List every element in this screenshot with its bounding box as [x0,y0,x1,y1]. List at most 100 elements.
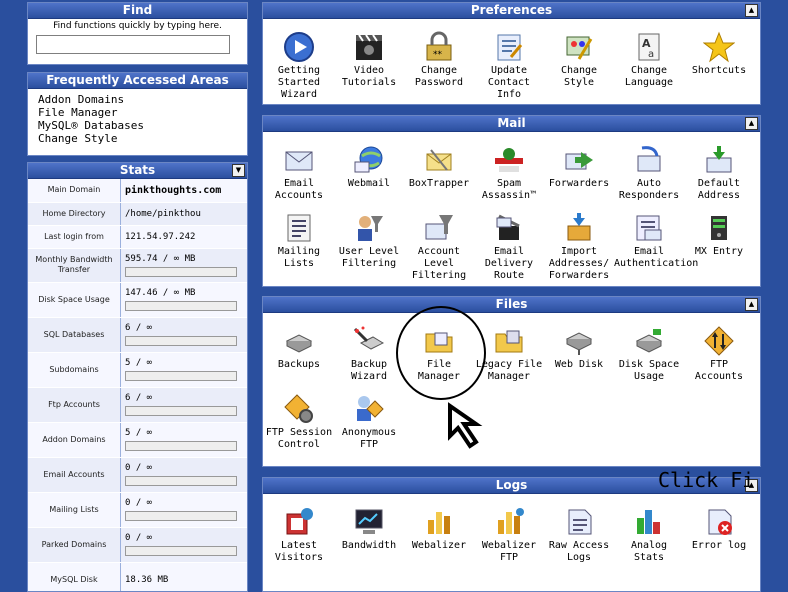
freq-item-file-manager[interactable]: File Manager [38,106,237,119]
pref-update-contact-info[interactable]: Update Contact Info [474,31,544,101]
pref-shortcuts[interactable]: Shortcuts [684,31,754,77]
clapperboard-icon [353,31,385,63]
logs-webalizer[interactable]: Webalizer [404,506,474,552]
mail-mailing-lists[interactable]: Mailing Lists [264,212,334,270]
collapse-up-icon[interactable]: ▲ [745,117,758,130]
mail-boxtrapper[interactable]: BoxTrapper [404,144,474,190]
files-backups[interactable]: Backups [264,325,334,371]
mail-user-level-filtering[interactable]: User Level Filtering [334,212,404,270]
usage-bar [125,406,237,416]
logs-panel: Logs ▲ Latest Visitors Bandwidth Webaliz… [262,477,761,592]
legacy-folder-icon [493,325,525,357]
ftp-arrows-icon [703,325,735,357]
collapse-up-icon[interactable]: ▲ [745,298,758,311]
anonymous-user-icon [353,393,385,425]
logs-error-log[interactable]: Error log [684,506,754,552]
files-backup-wizard[interactable]: Backup Wizard [334,325,404,383]
ftp-gear-icon [283,393,315,425]
mail-account-level-filtering[interactable]: Account Level Filtering [404,212,474,282]
language-icon: Aa [633,31,665,63]
mail-import-addresses[interactable]: Import Addresses/ Forwarders [544,212,614,282]
table-row: Subdomains 5 / ∞ [28,352,247,388]
mail-panel: Mail ▲ Email Accounts Webmail BoxTrapper… [262,115,761,287]
stat-label: SQL Databases [28,317,121,353]
bar-chart-ftp-icon [493,506,525,538]
logs-latest-visitors[interactable]: Latest Visitors [264,506,334,564]
mail-email-authentication[interactable]: Email Authentication [614,212,698,270]
logs-title-text: Logs [495,478,528,492]
stat-value: pinkthoughts.com [125,184,222,196]
usage-bar [125,336,237,346]
stats-title: Stats ▼ [28,163,247,179]
files-ftp-accounts[interactable]: FTP Accounts [684,325,754,383]
freq-item-change-style[interactable]: Change Style [38,132,237,145]
table-row: Addon Domains 5 / ∞ [28,422,247,458]
usage-bar [125,476,237,486]
stat-value: 595.74 / ∞ MB [125,253,196,264]
stat-value: 0 / ∞ [125,533,153,543]
collapse-down-icon[interactable]: ▼ [232,164,245,177]
files-anonymous-ftp[interactable]: Anonymous FTP [334,393,404,451]
document-icon [563,506,595,538]
auto-reply-icon [633,144,665,176]
freq-item-addon-domains[interactable]: Addon Domains [38,93,237,106]
mail-email-delivery-route[interactable]: Email Delivery Route [474,212,544,282]
files-ftp-session-control[interactable]: FTP Session Control [264,393,334,451]
find-title: Find [28,3,247,19]
pref-change-language[interactable]: Aa Change Language [614,31,684,89]
preferences-title: Preferences ▲ [263,3,760,19]
logs-analog-stats[interactable]: Analog Stats [614,506,684,564]
mail-webmail[interactable]: Webmail [334,144,404,190]
files-web-disk[interactable]: Web Disk [544,325,614,371]
logs-webalizer-ftp[interactable]: Webalizer FTP [474,506,544,564]
freq-item-mysql[interactable]: MySQL® Databases [38,119,237,132]
mx-server-icon [703,212,735,244]
svg-text:**: ** [433,50,443,60]
palette-icon [563,31,595,63]
stat-label: Last login from [28,225,121,249]
network-drive-icon [563,325,595,357]
stat-label: Subdomains [28,352,121,388]
mail-spam-assassin[interactable]: Spam Assassin™ [474,144,544,202]
mail-mx-entry[interactable]: MX Entry [684,212,754,258]
files-disk-space-usage[interactable]: Disk Space Usage [614,325,684,383]
click-instruction-text: Click Fi [658,468,755,492]
preferences-panel: Preferences ▲ Getting Started Wizard Vid… [262,2,761,105]
mail-auto-responders[interactable]: Auto Responders [614,144,684,202]
pref-change-style[interactable]: Change Style [544,31,614,89]
mail-email-accounts[interactable]: Email Accounts [264,144,334,202]
usage-bar [125,441,237,451]
usage-bar [125,266,237,277]
stat-value: 6 / ∞ [125,393,153,403]
trap-envelope-icon [423,144,455,176]
mail-default-address[interactable]: Default Address [684,144,754,202]
envelope-icon [283,144,315,176]
logs-raw-access-logs[interactable]: Raw Access Logs [544,506,614,564]
freq-title: Frequently Accessed Areas [28,73,247,89]
find-input[interactable] [36,35,230,54]
visitors-icon [283,506,315,538]
stat-value: 121.54.97.242 [120,225,247,249]
bar-chart-icon [423,506,455,538]
stat-label: Ftp Accounts [28,387,121,423]
globe-icon [353,144,385,176]
table-row: Monthly Bandwidth Transfer 595.74 / ∞ MB [28,248,247,283]
logs-bandwidth[interactable]: Bandwidth [334,506,404,552]
stats-table: Main Domain pinkthoughts.com Home Directo… [28,179,247,591]
files-panel: Files ▲ Backups Backup Wizard File Manag… [262,296,761,467]
mail-forwarders[interactable]: Forwarders [544,144,614,190]
pref-getting-started-wizard[interactable]: Getting Started Wizard [264,31,334,101]
pref-video-tutorials[interactable]: Video Tutorials [334,31,404,89]
list-icon [283,212,315,244]
collapse-up-icon[interactable]: ▲ [745,4,758,17]
user-filter-icon [353,212,385,244]
stats-panel: Stats ▼ Main Domain pinkthoughts.com Home… [27,162,248,592]
forward-arrow-icon [563,144,595,176]
usage-bar [125,371,237,381]
stat-value: 5 / ∞ [125,358,153,368]
stat-label: Monthly Bandwidth Transfer [28,248,121,283]
usage-bar [125,301,237,311]
pref-change-password[interactable]: ** Change Password [404,31,474,89]
account-filter-icon [423,212,455,244]
colored-bars-icon [633,506,665,538]
